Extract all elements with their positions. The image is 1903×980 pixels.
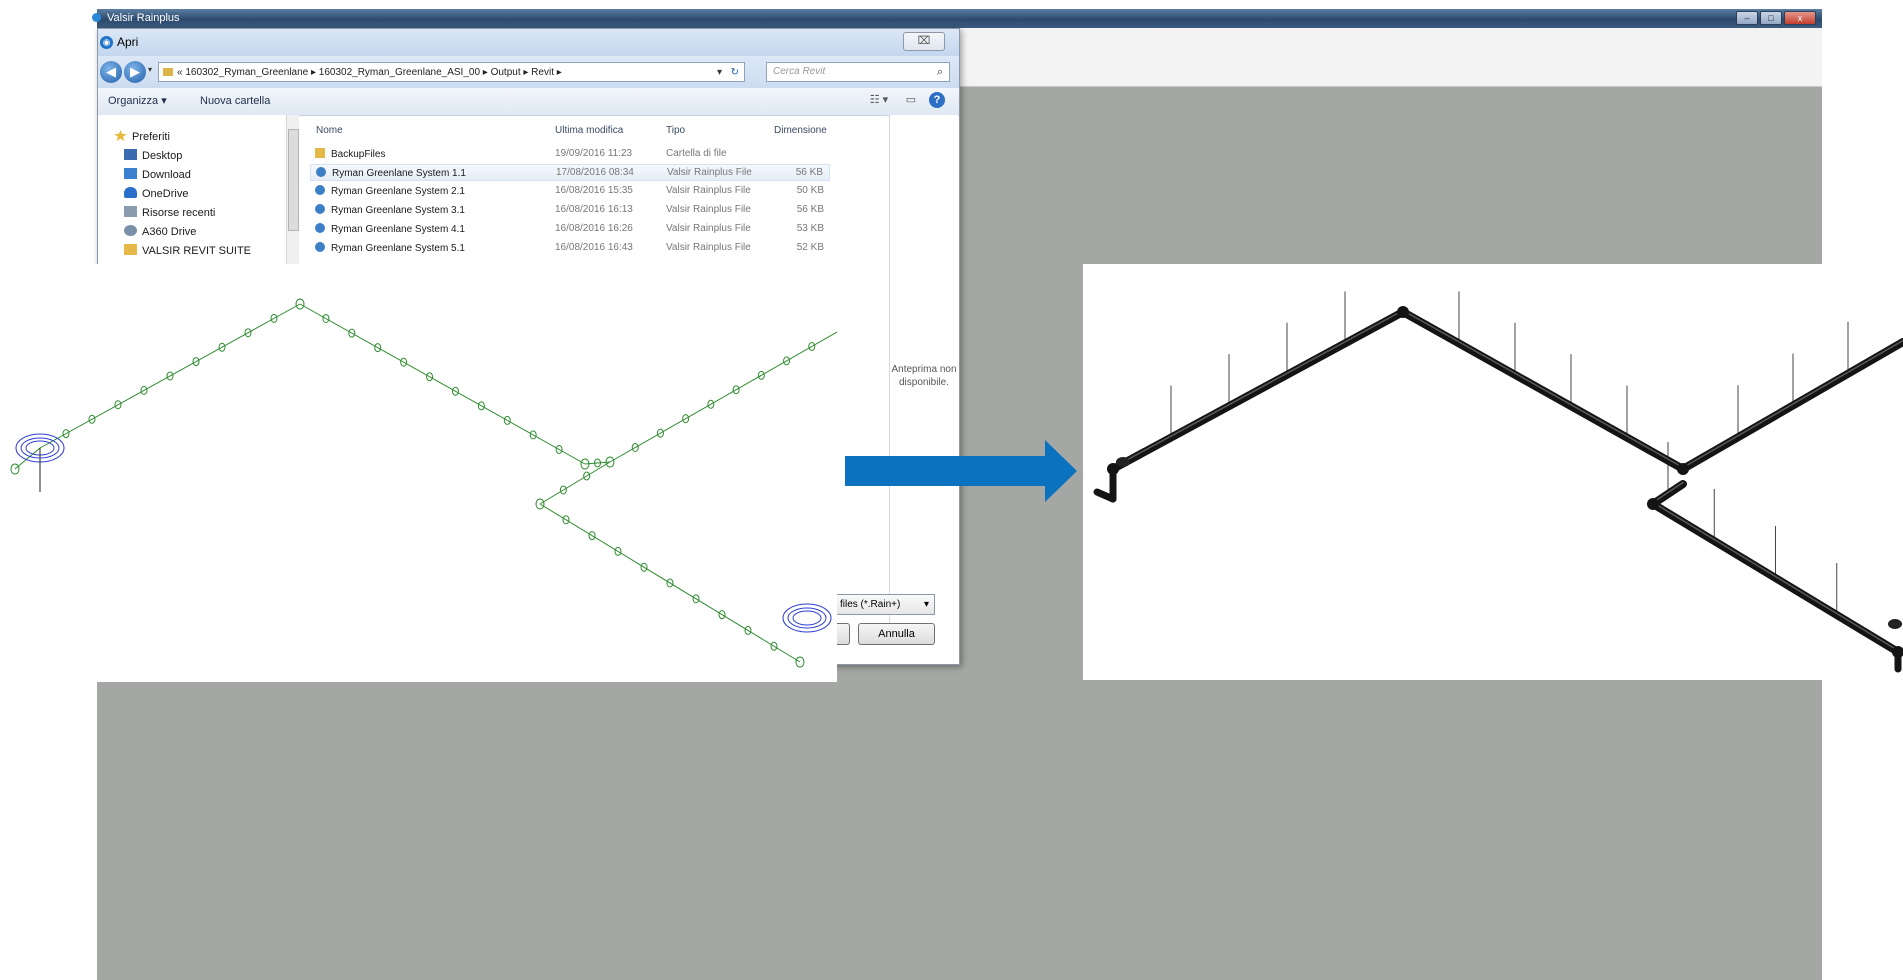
nav-item-a360-drive[interactable]: A360 Drive — [124, 225, 196, 238]
file-row-selected[interactable]: Ryman Greenlane System 1.1 17/08/2016 08… — [310, 164, 830, 181]
nav-item-download[interactable]: Download — [124, 168, 191, 181]
rainplus-file-icon — [315, 204, 325, 214]
breadcrumb[interactable]: « 160302_Ryman_Greenlane ▸ 160302_Ryman_… — [158, 62, 745, 82]
folder-icon — [315, 148, 325, 158]
download-icon — [124, 168, 137, 179]
organize-button[interactable]: Organizza ▾ — [108, 88, 167, 115]
dialog-app-icon: ◉ — [100, 36, 113, 49]
file-type-filter-label: files (*.Rain+) — [840, 599, 901, 610]
search-input[interactable]: Cerca Revit ⌕ — [766, 62, 950, 82]
chevron-down-icon: ▾ — [923, 599, 929, 610]
file-type-filter[interactable]: files (*.Rain+) ▾ — [833, 594, 935, 615]
recent-places-icon — [124, 206, 137, 217]
app-icon — [92, 13, 101, 22]
arrow-right-icon — [845, 440, 1077, 507]
scrollbar-thumb[interactable] — [288, 129, 299, 231]
dialog-title: Apri — [117, 35, 139, 49]
desktop-icon — [124, 149, 137, 160]
refresh-icon[interactable]: ↻ — [731, 63, 739, 81]
dialog-title-bar: ◉ Apri ⌧ — [98, 29, 959, 56]
minimize-button[interactable]: – — [1736, 11, 1758, 25]
column-header-modified[interactable]: Ultima modifica — [555, 125, 623, 136]
schematic-2d-drawing — [10, 298, 838, 668]
close-button[interactable]: x — [1784, 11, 1816, 25]
column-header-size[interactable]: Dimensione — [774, 125, 827, 136]
pipe-3d-view — [1083, 264, 1903, 680]
rainplus-file-icon — [315, 185, 325, 195]
address-bar: ◀ ▶ ▾ « 160302_Ryman_Greenlane ▸ 160302_… — [98, 56, 959, 88]
pipe-highlight-3d — [1652, 501, 1899, 652]
pipe-3d-drawing — [1093, 291, 1903, 673]
schematic-2d-view — [0, 264, 838, 682]
file-list: Nome Ultima modifica Tipo Dimensione Bac… — [300, 115, 860, 275]
nav-item-desktop[interactable]: Desktop — [124, 149, 182, 162]
column-header-type[interactable]: Tipo — [666, 125, 685, 136]
column-header-name[interactable]: Nome — [316, 125, 343, 136]
new-folder-button[interactable]: Nuova cartella — [200, 88, 270, 115]
nav-item-favorites[interactable]: Preferiti — [114, 130, 170, 143]
file-row[interactable]: Ryman Greenlane System 3.1 16/08/2016 16… — [310, 202, 830, 219]
view-controls: ☷ ▾ ▭ ? — [865, 92, 945, 108]
pipe-segment-2d — [609, 331, 838, 463]
cancel-button[interactable]: Annulla — [858, 623, 935, 645]
rainplus-file-icon — [315, 223, 325, 233]
preview-pane: Anteprima non disponibile. — [889, 115, 958, 625]
nav-item-recent-places[interactable]: Risorse recenti — [124, 206, 215, 219]
pipe-segment-2d — [39, 303, 301, 449]
pipe-highlight-3d — [1112, 309, 1404, 469]
a360-drive-icon — [124, 225, 137, 236]
maximize-button[interactable]: □ — [1760, 11, 1782, 25]
pipe-fitting-3d — [1647, 498, 1659, 510]
roof-outlet-left — [15, 433, 65, 492]
roof-outlet-3d — [1888, 619, 1902, 629]
pipe-segment-2d — [539, 503, 801, 663]
roof-outlet-right — [782, 603, 832, 633]
dialog-close-button[interactable]: ⌧ — [903, 32, 945, 51]
recent-locations-button[interactable]: ▾ — [148, 65, 152, 74]
search-icon[interactable]: ⌕ — [937, 63, 943, 81]
roof-outlet-3d — [1116, 457, 1130, 467]
preview-unavailable-text: Anteprima non disponibile. — [891, 364, 957, 388]
app-title: Valsir Rainplus — [107, 12, 180, 24]
search-placeholder: Cerca Revit — [773, 66, 826, 77]
breadcrumb-path: « 160302_Ryman_Greenlane ▸ 160302_Ryman_… — [177, 67, 562, 78]
pipe-segment-3d — [1399, 308, 1687, 473]
pipe-fitting-3d — [1107, 463, 1119, 475]
file-row[interactable]: Ryman Greenlane System 5.1 16/08/2016 16… — [310, 240, 830, 257]
file-row[interactable]: BackupFiles 19/09/2016 11:23 Cartella di… — [310, 146, 830, 163]
nav-item-onedrive[interactable]: OneDrive — [124, 187, 188, 200]
pipe-fitting-3d — [1677, 463, 1689, 475]
app-title-bar: Valsir Rainplus – □ x — [92, 9, 1822, 28]
star-icon — [114, 130, 127, 141]
navigation-pane: Preferiti Desktop Download OneDrive Riso… — [98, 115, 286, 275]
rainplus-file-icon — [316, 167, 326, 177]
pipe-segment-2d — [299, 303, 586, 465]
navigation-scrollbar[interactable] — [286, 115, 299, 275]
folder-icon — [124, 244, 137, 255]
address-dropdown[interactable]: ▾ — [717, 63, 722, 81]
pipe-segment-3d — [1109, 308, 1407, 473]
forward-button[interactable]: ▶ — [124, 61, 146, 83]
nav-item-valsir-revit-suite[interactable]: VALSIR REVIT SUITE — [124, 244, 251, 257]
file-row[interactable]: Ryman Greenlane System 2.1 16/08/2016 15… — [310, 183, 830, 200]
view-options-icon[interactable]: ☷ ▾ — [865, 92, 893, 108]
preview-pane-icon[interactable]: ▭ — [903, 92, 919, 108]
pipe-fitting-3d — [1397, 306, 1409, 318]
back-button[interactable]: ◀ — [100, 61, 122, 83]
file-row[interactable]: Ryman Greenlane System 4.1 16/08/2016 16… — [310, 221, 830, 238]
rainplus-file-icon — [315, 242, 325, 252]
folder-icon — [163, 68, 173, 76]
pipe-highlight-3d — [1402, 309, 1684, 469]
command-bar: Organizza ▾ Nuova cartella ☷ ▾ ▭ ? — [98, 88, 959, 116]
help-icon[interactable]: ? — [929, 92, 945, 108]
cloud-icon — [124, 187, 137, 198]
window-controls: – □ x — [1736, 11, 1816, 25]
pipe-segment-2d — [539, 461, 611, 505]
